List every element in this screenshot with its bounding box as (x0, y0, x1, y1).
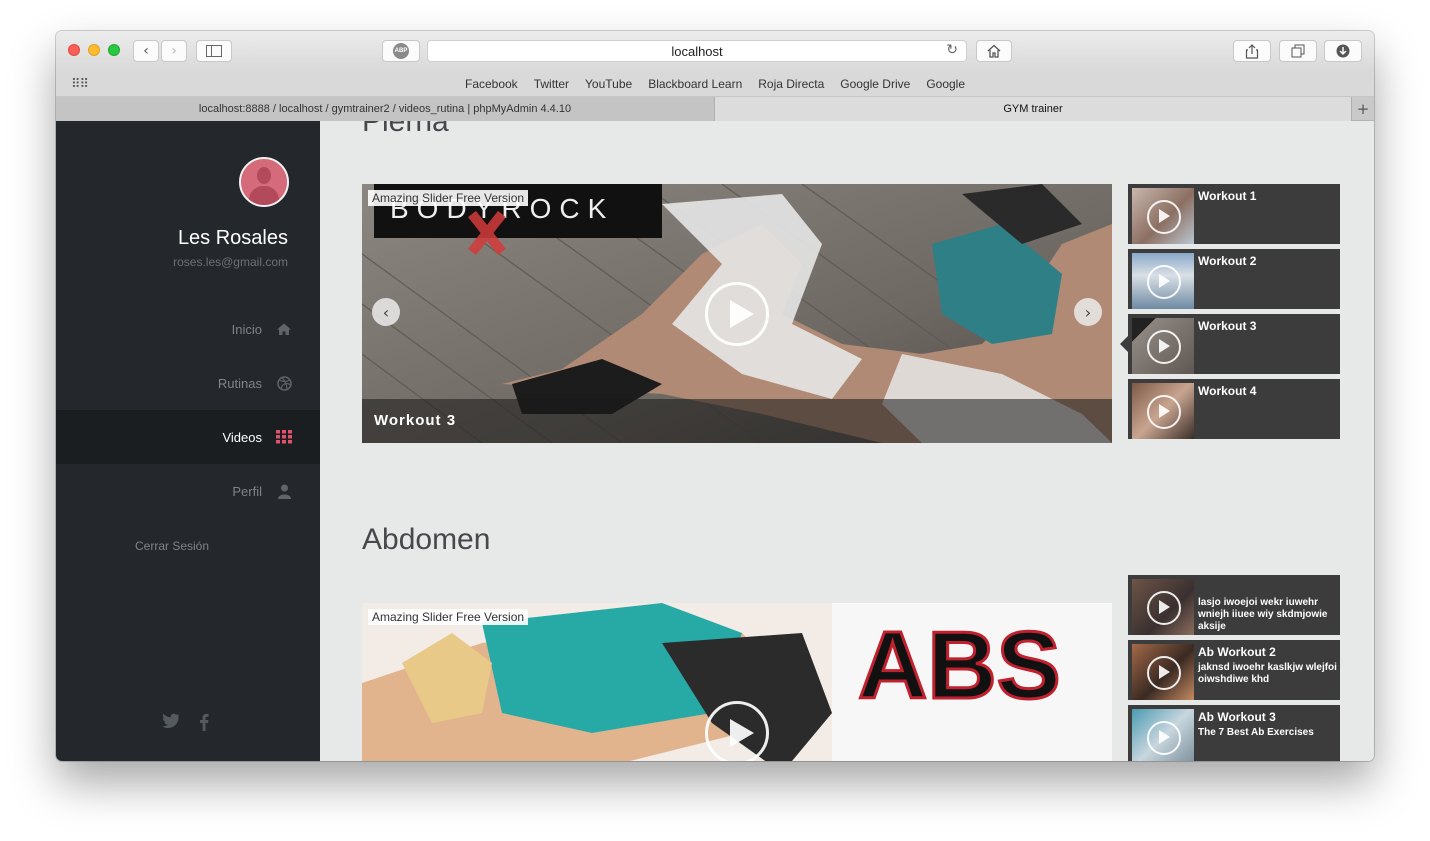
user-name: Les Rosales (177, 227, 288, 249)
nav-item-label: Rutinas (217, 375, 262, 391)
grid-icon (276, 429, 292, 445)
address-bar[interactable]: localhost ↻ (427, 40, 967, 62)
thumbnail-image (1132, 709, 1194, 761)
tab-bar: localhost:8888 / localhost / gymtrainer2… (56, 97, 1374, 121)
thumbnail-description: The 7 Best Ab Exercises (1198, 727, 1314, 738)
nav-item-label: Videos (222, 429, 262, 445)
home-icon (987, 44, 1001, 58)
play-button[interactable] (705, 282, 769, 346)
thumbnail-image (1132, 383, 1194, 439)
thumbnail-description: lasjo iwoejoi wekr iuwehr wniejh iiuee w… (1198, 597, 1328, 632)
thumbnail-image (1132, 644, 1194, 700)
nav-item-label: Inicio (231, 321, 262, 337)
back-button[interactable]: ‹ (133, 40, 159, 62)
slider-watermark: Amazing Slider Free Version (368, 609, 529, 625)
video-slider-abdomen[interactable]: ABS Amazing Slider Free Version (362, 603, 1112, 761)
sidebar-toggle-button[interactable] (196, 40, 232, 62)
twitter-icon[interactable] (161, 713, 180, 734)
facebook-icon[interactable] (199, 713, 209, 736)
downloads-button[interactable] (1324, 40, 1362, 62)
user-icon (276, 483, 292, 499)
home-icon (276, 321, 292, 337)
share-icon (1245, 43, 1259, 59)
thumbnail-title: Ab Workout 3 (1198, 710, 1276, 724)
adblock-button[interactable]: ABP (382, 40, 420, 62)
tab-gym-trainer[interactable]: GYM trainer (715, 97, 1351, 121)
slide-caption: Workout 3 (362, 399, 1112, 443)
thumbnail-title: Workout 4 (1198, 384, 1257, 398)
logout-link[interactable]: Cerrar Sesión (135, 539, 209, 553)
avatar[interactable] (239, 157, 289, 207)
address-text: localhost (671, 43, 723, 59)
download-icon (1336, 44, 1350, 58)
thumbnail-title: Workout 2 (1198, 254, 1257, 268)
slider-next-button[interactable]: › (1074, 298, 1102, 326)
play-button[interactable] (705, 701, 769, 761)
tab-phpmyadmin[interactable]: localhost:8888 / localhost / gymtrainer2… (56, 97, 715, 121)
thumbnail-title: Workout 3 (1198, 319, 1257, 333)
bookmark-facebook[interactable]: Facebook (465, 77, 518, 91)
thumbnail-item[interactable]: Ab Workout 3 The 7 Best Ab Exercises (1128, 705, 1340, 761)
slider-prev-button[interactable]: ‹ (372, 298, 400, 326)
dribbble-icon (276, 375, 292, 391)
slide-caption-text: Workout 3 (374, 412, 457, 429)
thumbnail-title: Workout 1 (1198, 189, 1257, 203)
browser-window: ‹ › ABP localhost ↻ ⠿⠿ Facebook Twitter … (56, 31, 1374, 761)
nav-item-rutinas[interactable]: Rutinas (56, 356, 320, 410)
thumbnail-image (1132, 318, 1194, 374)
nav-item-label: Perfil (232, 483, 262, 499)
maximize-window-button[interactable] (108, 44, 120, 56)
tabs-icon (1291, 44, 1305, 58)
video-slider-pierna[interactable]: BODYROCK Amazing Slider Free Version ‹ ›… (362, 184, 1112, 443)
sidebar: Les Rosales roses.les@gmail.com Inicio R… (56, 121, 320, 761)
thumbnail-item[interactable]: lasjo iwoejoi wekr iuwehr wniejh iiuee w… (1128, 575, 1340, 635)
banner-text: ABS (858, 612, 1061, 719)
bookmark-google-drive[interactable]: Google Drive (840, 77, 910, 91)
bookmark-blackboard[interactable]: Blackboard Learn (648, 77, 742, 91)
reload-icon[interactable]: ↻ (946, 42, 958, 58)
thumbnail-item[interactable]: Ab Workout 2 jaknsd iwoehr kaslkjw wlejf… (1128, 640, 1340, 700)
section-title-abdomen: Abdomen (362, 523, 491, 556)
sidebar-icon (206, 45, 222, 57)
main-content: Pierna BODYROCK Amazing Slider Free Vers… (320, 121, 1374, 761)
thumbnail-description: jaknsd iwoehr kaslkjw wlejfoi oiwshdiwe … (1198, 662, 1337, 685)
bookmark-twitter[interactable]: Twitter (534, 77, 569, 91)
user-email: roses.les@gmail.com (173, 255, 288, 269)
home-button[interactable] (976, 40, 1012, 62)
nav-item-inicio[interactable]: Inicio (56, 302, 320, 356)
thumbnail-item-active[interactable]: Workout 3 (1120, 314, 1340, 374)
nav-item-perfil[interactable]: Perfil (56, 464, 320, 518)
thumbnail-image (1132, 188, 1194, 244)
forward-button[interactable]: › (161, 40, 187, 62)
thumbnail-image (1132, 579, 1194, 635)
close-window-button[interactable] (68, 44, 80, 56)
thumbnail-item[interactable]: Workout 1 (1128, 184, 1340, 244)
tabs-overview-button[interactable] (1279, 40, 1317, 62)
thumbnail-item[interactable]: Workout 2 (1128, 249, 1340, 309)
bookmark-youtube[interactable]: YouTube (585, 77, 632, 91)
browser-toolbar: ‹ › ABP localhost ↻ (56, 31, 1374, 71)
thumbnail-title: Ab Workout 2 (1198, 645, 1276, 659)
bookmarks-bar: ⠿⠿ Facebook Twitter YouTube Blackboard L… (56, 71, 1374, 97)
share-button[interactable] (1233, 40, 1271, 62)
section-title-pierna: Pierna (362, 121, 449, 138)
nav-item-videos[interactable]: Videos (56, 410, 320, 464)
adblock-icon: ABP (393, 43, 409, 59)
slider-watermark: Amazing Slider Free Version (368, 190, 529, 206)
new-tab-button[interactable]: + (1351, 97, 1374, 121)
thumbnail-item[interactable]: Workout 4 (1128, 379, 1340, 439)
bookmark-google[interactable]: Google (926, 77, 965, 91)
bookmark-roja-directa[interactable]: Roja Directa (758, 77, 824, 91)
minimize-window-button[interactable] (88, 44, 100, 56)
page-viewport: Les Rosales roses.les@gmail.com Inicio R… (56, 121, 1374, 761)
thumbnail-image (1132, 253, 1194, 309)
